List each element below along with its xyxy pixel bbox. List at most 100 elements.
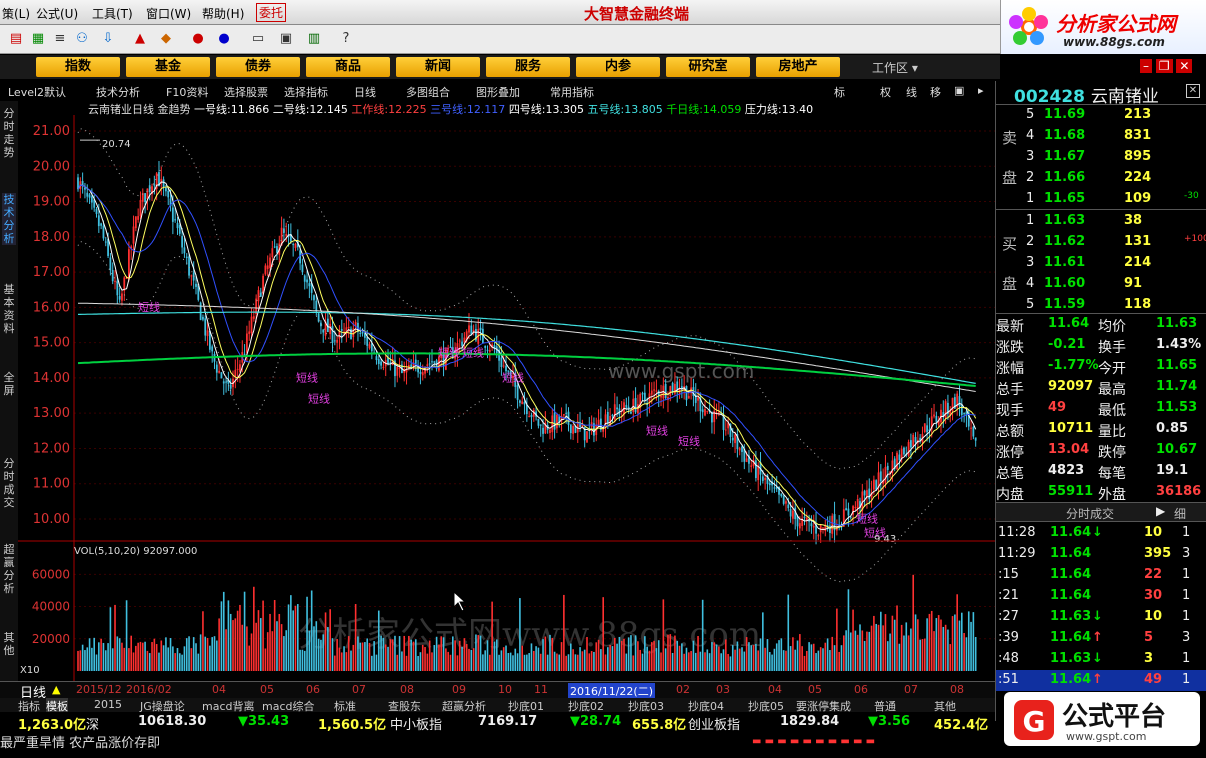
candle-body [250, 316, 253, 334]
mark-button[interactable]: 标 [834, 84, 845, 100]
tab-trades[interactable]: 分时成交 [2, 457, 16, 509]
tab-other[interactable]: 其他 [2, 631, 16, 657]
news-ticker[interactable]: 最严重旱情 农产品涨价存即 ▬ ▬ ▬ ▬ ▬ ▬ ▬ ▬ ▬ ▬ [0, 732, 1000, 751]
play-icon[interactable]: ▶ [1156, 504, 1165, 518]
candle-body [831, 515, 834, 534]
tab-intraday[interactable]: 分时走势 [2, 107, 16, 159]
nav-insider[interactable]: 内参 [576, 57, 660, 77]
expand-icon[interactable]: ▣ [954, 84, 964, 97]
grid-icon[interactable]: ▦ [30, 31, 46, 47]
tech-analysis-dropdown[interactable]: 技术分析 [96, 84, 140, 100]
period-daily-dropdown[interactable]: 日线 [354, 84, 376, 100]
orderbook-buy-row: 5 11.59 118 [996, 295, 1196, 316]
nav-service[interactable]: 服务 [486, 57, 570, 77]
trade-row[interactable]: :21 11.64 30 1 [996, 586, 1196, 607]
nav-realestate[interactable]: 房地产 [756, 57, 840, 77]
volume-bar [484, 650, 486, 671]
gspt-badge: G 公式平台 www.gspt.com [1004, 692, 1200, 746]
nav-commodity[interactable]: 商品 [306, 57, 390, 77]
menu-window[interactable]: 窗口(W) [146, 5, 191, 22]
menu-formula[interactable]: 公式(U) [36, 5, 78, 22]
move-button[interactable]: 移 [930, 84, 941, 100]
multi-chart-dropdown[interactable]: 多图组合 [406, 84, 450, 100]
kline-chart[interactable]: 21.00 20.00 19.00 18.00 17.00 16.00 15.00 14.00… [18, 101, 995, 681]
select-indicator-button[interactable]: 选择指标 [284, 84, 328, 100]
candle-body [361, 331, 364, 334]
menu-trade[interactable]: 委托 [256, 3, 287, 22]
download-icon[interactable]: ⇩ [100, 31, 116, 47]
tab-fundamentals[interactable]: 基本资料 [2, 283, 16, 335]
volume-bar [583, 649, 586, 671]
trade-row[interactable]: :27 11.63 ↓ 10 1 [996, 607, 1196, 628]
window-icon[interactable]: ▣ [278, 31, 294, 47]
volume-bar [315, 621, 318, 671]
chart-canvas[interactable]: 21.00 20.00 19.00 18.00 17.00 16.00 15.00 14.00… [18, 101, 995, 681]
print-icon[interactable]: ▭ [250, 31, 266, 47]
rights-button[interactable]: 权 [880, 84, 891, 100]
binoculars-icon[interactable]: ⚇ [74, 31, 90, 47]
volume-bar [405, 655, 408, 671]
line-button[interactable]: 线 [906, 84, 917, 100]
candle-body [660, 395, 662, 398]
orderbook-sell-row: 1 11.65 109 -30 [996, 189, 1199, 210]
restore-icon[interactable]: ❐ [1155, 59, 1173, 73]
nav-index[interactable]: 指数 [36, 57, 120, 77]
stat-value: -0.21 [1048, 337, 1086, 352]
tab-fullscreen[interactable]: 全屏 [2, 371, 16, 397]
trade-row[interactable]: :39 11.64 ↑ 5 3 [996, 628, 1196, 649]
f10-icon[interactable]: ● [190, 31, 206, 47]
trade-row[interactable]: :15 11.64 22 1 [996, 565, 1196, 586]
candle-body [944, 401, 947, 418]
minimize-icon[interactable]: – [1140, 59, 1152, 73]
f10-button[interactable]: F10资料 [166, 84, 208, 100]
volume-bar [225, 629, 227, 671]
candle-body [86, 192, 89, 197]
volume-bar [394, 635, 396, 671]
index-name[interactable]: 创业板指 [688, 714, 740, 733]
overlay-dropdown[interactable]: 图形叠加 [476, 84, 520, 100]
orderbook-sell-row: 2 11.66 224 [996, 168, 1196, 189]
nav-fund[interactable]: 基金 [126, 57, 210, 77]
diamond-icon[interactable]: ◆ [158, 31, 174, 47]
level2-default-dropdown[interactable]: Level2默认 [8, 84, 66, 100]
candle-body [366, 337, 369, 346]
panel-toggle-icon[interactable]: ▸ [978, 84, 984, 97]
tab-technical[interactable]: 技术分析 [2, 193, 16, 245]
flag-icon[interactable]: ▤ [8, 31, 24, 47]
volume-bar [313, 626, 315, 671]
chart-icon[interactable]: ▲ [132, 31, 148, 47]
tab-2015[interactable]: 2015 [94, 698, 122, 711]
scroll-icon[interactable]: ≡ [52, 31, 68, 47]
volume-bar [301, 649, 304, 671]
date-tick: 03 [716, 683, 730, 696]
help-pointer-icon[interactable]: ? [338, 31, 354, 47]
trades-detail-button[interactable]: 细 [1174, 505, 1186, 522]
trade-row[interactable]: 11:28 11.64 ↓ 10 1 [996, 523, 1196, 544]
tab-super-analysis[interactable]: 超赢分析 [2, 543, 16, 595]
select-stock-button[interactable]: 选择股票 [224, 84, 268, 100]
menu-tools[interactable]: 工具(T) [92, 5, 133, 22]
trade-row[interactable]: :51 11.64 ↑ 49 1 [996, 670, 1196, 691]
menu-strategy[interactable]: 策(L) [2, 5, 30, 22]
info-icon[interactable]: ● [216, 31, 232, 47]
index-name[interactable]: 中小板指 [390, 714, 442, 733]
close-icon[interactable]: ✕ [1176, 59, 1193, 73]
workspace-button[interactable]: 工作区 ▾ [872, 59, 918, 76]
nav-research[interactable]: 研究室 [666, 57, 750, 77]
nav-bond[interactable]: 债券 [216, 57, 300, 77]
common-indicator-dropdown[interactable]: 常用指标 [550, 84, 594, 100]
candle-body [458, 340, 461, 342]
trade-row[interactable]: :48 11.63 ↓ 3 1 [996, 649, 1196, 670]
nav-news[interactable]: 新闻 [396, 57, 480, 77]
menu-help[interactable]: 帮助(H) [202, 5, 244, 22]
close-panel-icon[interactable]: ✕ [1186, 84, 1200, 98]
books-icon[interactable]: ▥ [306, 31, 322, 47]
candle-body [306, 279, 308, 283]
trade-price: 11.64 [1050, 546, 1092, 561]
index-name[interactable]: 深 [86, 714, 99, 733]
gspt-logo-icon: G [1014, 700, 1054, 740]
candle-body [285, 234, 288, 236]
volume-bar [697, 636, 699, 671]
trade-row[interactable]: 11:29 11.64 395 3 [996, 544, 1196, 565]
volume-bar [366, 638, 369, 671]
